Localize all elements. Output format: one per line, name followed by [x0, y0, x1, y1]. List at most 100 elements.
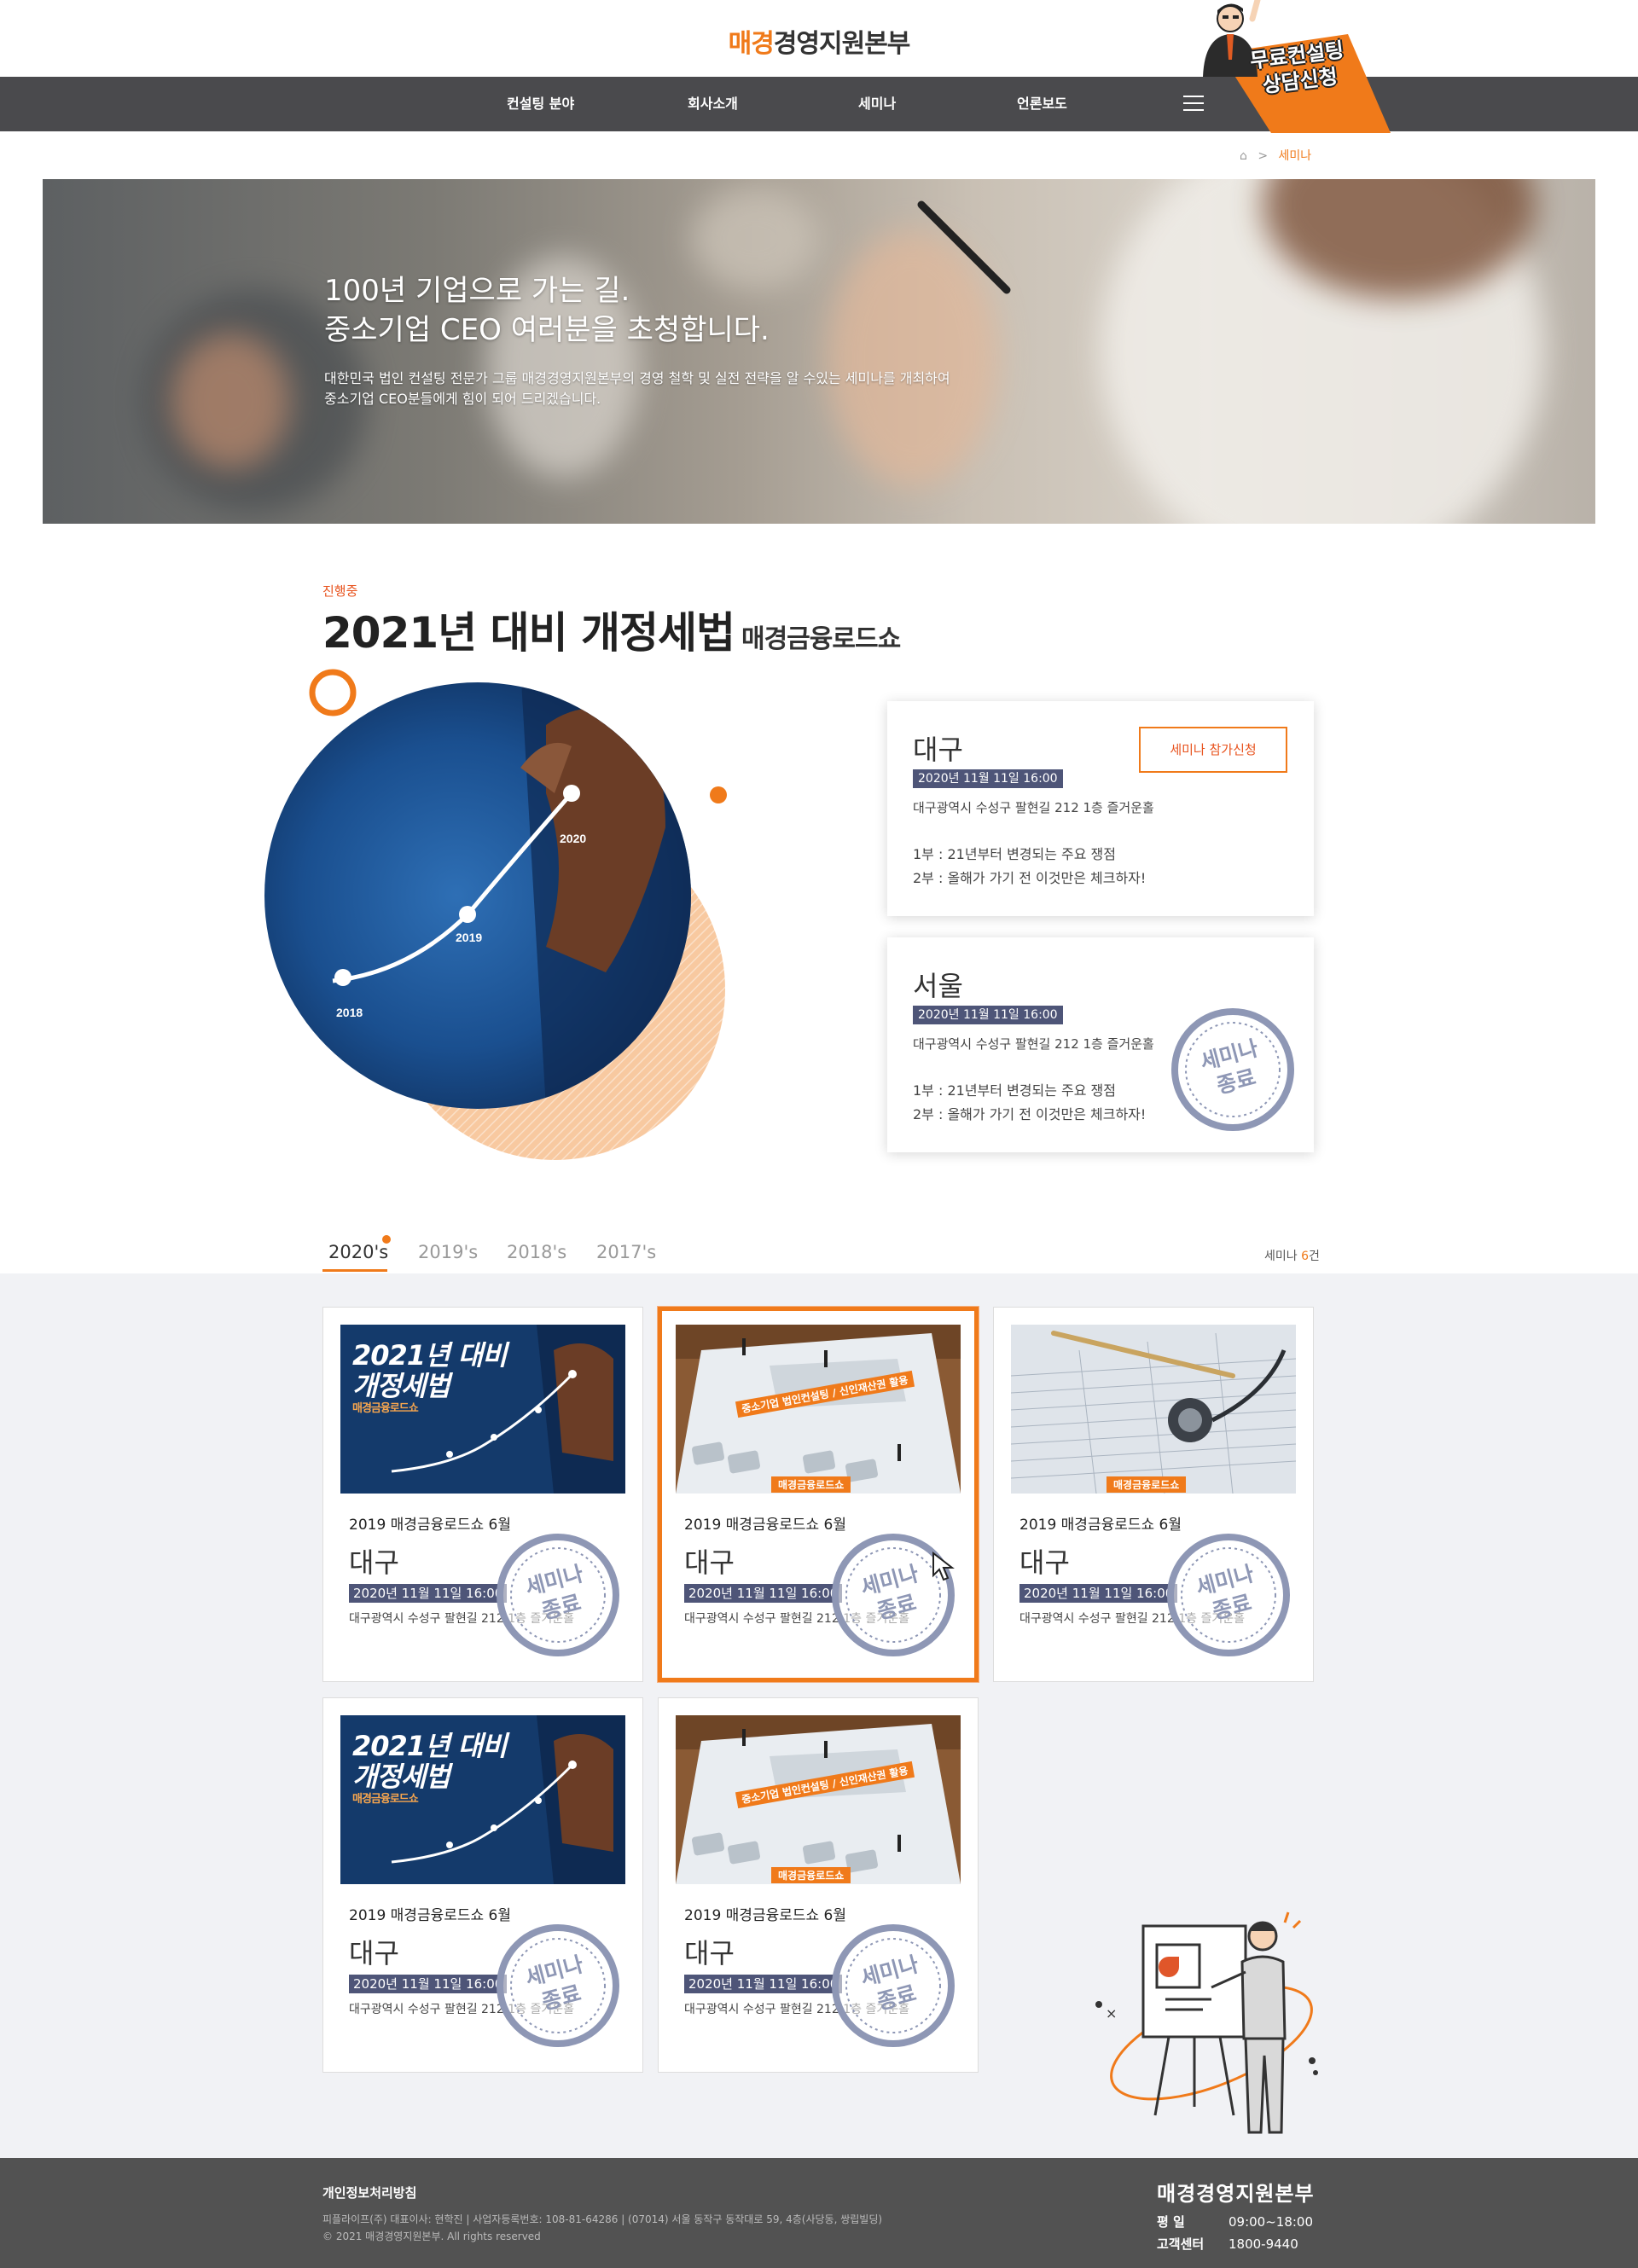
nav-item-consulting[interactable]: 컨설팅 분야	[507, 77, 574, 131]
session-part-2: 2부 : 올해가 가기 전 이것만은 체크하자!	[913, 1106, 1147, 1122]
hero-title-line-2: 중소기업 CEO 여러분을 초청합니다.	[324, 313, 770, 347]
session-card-daegu: 대구 2020년 11월 11일 16:00 대구광역시 수성구 팔현길 212…	[887, 701, 1314, 916]
seminar-ended-stamp: 세미나 종료	[829, 1922, 957, 2053]
session-city: 대구	[913, 734, 963, 766]
seminar-count-value: 6	[1301, 1250, 1310, 1263]
seminar-count: 세미나 6건	[1264, 1247, 1320, 1264]
thumb-title-1: 2021년 대비	[352, 1339, 508, 1372]
graph-label-2019: 2019	[456, 931, 482, 944]
seminar-card[interactable]: 중소기업 법인컨설팅 / 신인재산권 활용 매경금융로드쇼 2019 매경금융로드쇼…	[658, 1307, 979, 1682]
seminar-card-date: 2020년 11월 11일 16:00	[349, 1975, 508, 1993]
seminar-card[interactable]: 2021년 대비 개정세법 매경금융로드쇼 2019 매경금융로드쇼 6월대구 2020…	[322, 1697, 643, 2073]
event-status: 진행중	[322, 583, 358, 599]
session-part-1: 1부 : 21년부터 변경되는 주요 쟁점	[913, 846, 1116, 862]
thumb-tag: 매경금융로드쇼	[771, 1867, 851, 1883]
seminar-card-city: 대구	[349, 1937, 399, 1969]
event-title: 2021년 대비 개정세법 매경금융로드쇼	[322, 599, 901, 660]
tab-2019s[interactable]: 2019's	[418, 1242, 478, 1262]
seminar-count-suffix: 건	[1309, 1250, 1320, 1263]
seminar-card-title: 2019 매경금융로드쇼 6월	[1019, 1517, 1182, 1534]
svg-text:×: ×	[1106, 2005, 1117, 2021]
footer-company-info: 피플라이프(주) 대표이사: 현학진 | 사업자등록번호: 108-81-642…	[322, 2211, 882, 2245]
seminar-thumbnail: 중소기업 법인컨설팅 / 신인재산권 활용 매경금융로드쇼	[676, 1325, 961, 1494]
thumb-title-2: 개정세법	[352, 1370, 450, 1402]
footer-brand: 매경경영지원본부	[1157, 2182, 1315, 2206]
seminar-count-label: 세미나	[1264, 1250, 1298, 1263]
thumb-title-2: 개정세법	[352, 1760, 450, 1793]
hero-title-line-1: 100년 기업으로 가는 길.	[324, 274, 630, 308]
thumb-subtitle: 매경금융로드쇼	[352, 1402, 419, 1415]
hero-title: 100년 기업으로 가는 길. 중소기업 CEO 여러분을 초청합니다.	[324, 271, 770, 350]
seminar-card-date: 2020년 11월 11일 16:00	[349, 1584, 508, 1603]
thumb-subtitle: 매경금융로드쇼	[352, 1793, 419, 1806]
seminar-card-title: 2019 매경금융로드쇼 6월	[349, 1517, 512, 1534]
privacy-policy-link[interactable]: 개인정보처리방침	[322, 2184, 416, 2201]
seminar-card-city: 대구	[684, 1546, 735, 1579]
seminar-ended-stamp: 세미나 종료	[494, 1531, 622, 1662]
hours-value: 09:00~18:00	[1228, 2214, 1314, 2230]
footer-hours: 평 일 09:00~18:00	[1157, 2213, 1313, 2230]
active-tab-dot	[382, 1235, 391, 1244]
breadcrumb-separator: >	[1258, 149, 1269, 163]
free-consulting-badge[interactable]: 무료컨설팅 상담신청	[1186, 0, 1399, 133]
seminar-thumbnail: 매경금융로드쇼	[1011, 1325, 1296, 1494]
seminar-card-city: 대구	[349, 1546, 399, 1579]
hero-desc-line-1: 대한민국 법인 컨설팅 전문가 그룹 매경경영지원본부의 경영 철학 및 실전 …	[324, 370, 950, 386]
event-illustration: 2018 2019 2020	[264, 669, 727, 1160]
seminar-card[interactable]: 2021년 대비 개정세법 매경금융로드쇼 2019 매경금융로드쇼 6월대구 2020…	[322, 1307, 643, 1682]
seminar-card[interactable]: 매경금융로드쇼 2019 매경금융로드쇼 6월대구 2020년 11월 11일 16…	[993, 1307, 1314, 1682]
session-card-seoul: 서울 2020년 11월 11일 16:00 대구광역시 수성구 팔현길 212…	[887, 937, 1314, 1152]
seminar-card-city: 대구	[684, 1937, 735, 1969]
session-part-2: 2부 : 올해가 가기 전 이것만은 체크하자!	[913, 870, 1147, 886]
event-subtitle: 매경금융로드쇼	[741, 624, 901, 654]
graph-label-2018: 2018	[336, 1006, 363, 1019]
footer-center: 고객센터 1800-9440	[1157, 2235, 1298, 2253]
seminar-thumbnail: 2021년 대비 개정세법 매경금융로드쇼	[340, 1325, 625, 1494]
hero-description: 대한민국 법인 컨설팅 전문가 그룹 매경경영지원본부의 경영 철학 및 실전 …	[324, 368, 950, 409]
breadcrumb-current[interactable]: 세미나	[1279, 149, 1312, 163]
seminar-card-date: 2020년 11월 11일 16:00	[684, 1584, 843, 1603]
thumb-tag: 매경금융로드쇼	[771, 1476, 851, 1493]
session-city: 서울	[913, 970, 963, 1002]
seminar-card-title: 2019 매경금융로드쇼 6월	[684, 1907, 847, 1924]
logo-text: 경영지원본부	[773, 29, 911, 59]
session-address: 대구광역시 수성구 팔현길 212 1층 즐거운홀	[913, 1036, 1154, 1052]
session-address: 대구광역시 수성구 팔현길 212 1층 즐거운홀	[913, 800, 1154, 815]
nav-item-seminar[interactable]: 세미나	[858, 77, 896, 131]
breadcrumb: ⌂ > 세미나	[1240, 147, 1311, 164]
seminar-card-city: 대구	[1019, 1546, 1070, 1579]
center-label: 고객센터	[1157, 2236, 1205, 2252]
hero-desc-line-2: 중소기업 CEO분들에게 힘이 되어 드리겠습니다.	[324, 391, 601, 407]
graph-label-2020: 2020	[560, 832, 586, 845]
tab-2017s[interactable]: 2017's	[596, 1242, 656, 1262]
seminar-thumbnail: 2021년 대비 개정세법 매경금융로드쇼	[340, 1715, 625, 1884]
seminar-card-date: 2020년 11월 11일 16:00	[684, 1975, 843, 1993]
session-date: 2020년 11월 11일 16:00	[913, 1006, 1063, 1024]
session-date: 2020년 11월 11일 16:00	[913, 769, 1063, 788]
seminar-card[interactable]: 중소기업 법인컨설팅 / 신인재산권 활용 매경금융로드쇼 2019 매경금융로드쇼…	[658, 1697, 979, 2073]
seminar-card-title: 2019 매경금융로드쇼 6월	[684, 1517, 847, 1534]
session-part-1: 1부 : 21년부터 변경되는 주요 쟁점	[913, 1082, 1116, 1099]
thumb-title-1: 2021년 대비	[352, 1730, 508, 1762]
hours-label: 평 일	[1157, 2214, 1185, 2230]
logo-accent-text: 매경	[728, 29, 775, 59]
seminar-ended-stamp: 세미나 종료	[1169, 1006, 1297, 1137]
seminar-card-title: 2019 매경금융로드쇼 6월	[349, 1907, 512, 1924]
home-icon[interactable]: ⌂	[1240, 149, 1247, 163]
footer-copyright: © 2021 매경경영지원본부. All rights reserved	[322, 2230, 541, 2242]
apply-seminar-button[interactable]: 세미나 참가신청	[1139, 727, 1287, 773]
tab-2018s[interactable]: 2018's	[507, 1242, 566, 1262]
seminar-card-date: 2020년 11월 11일 16:00	[1019, 1584, 1178, 1603]
seminar-thumbnail: 중소기업 법인컨설팅 / 신인재산권 활용 매경금융로드쇼	[676, 1715, 961, 1884]
presenter-illustration: ×	[1095, 1911, 1318, 2134]
hero-banner: 100년 기업으로 가는 길. 중소기업 CEO 여러분을 초청합니다. 대한민…	[43, 179, 1595, 524]
nav-item-press[interactable]: 언론보도	[1017, 77, 1067, 131]
seminar-ended-stamp: 세미나 종료	[1165, 1531, 1292, 1662]
active-tab-indicator	[322, 1269, 387, 1272]
seminar-ended-stamp: 세미나 종료	[494, 1922, 622, 2053]
footer-company-line: 피플라이프(주) 대표이사: 현학진 | 사업자등록번호: 108-81-642…	[322, 2213, 883, 2225]
event-title-text: 2021년 대비 개정세법	[322, 608, 735, 658]
center-value[interactable]: 1800-9440	[1228, 2236, 1298, 2252]
tab-2020s[interactable]: 2020's	[328, 1242, 388, 1262]
nav-item-company[interactable]: 회사소개	[688, 77, 738, 131]
